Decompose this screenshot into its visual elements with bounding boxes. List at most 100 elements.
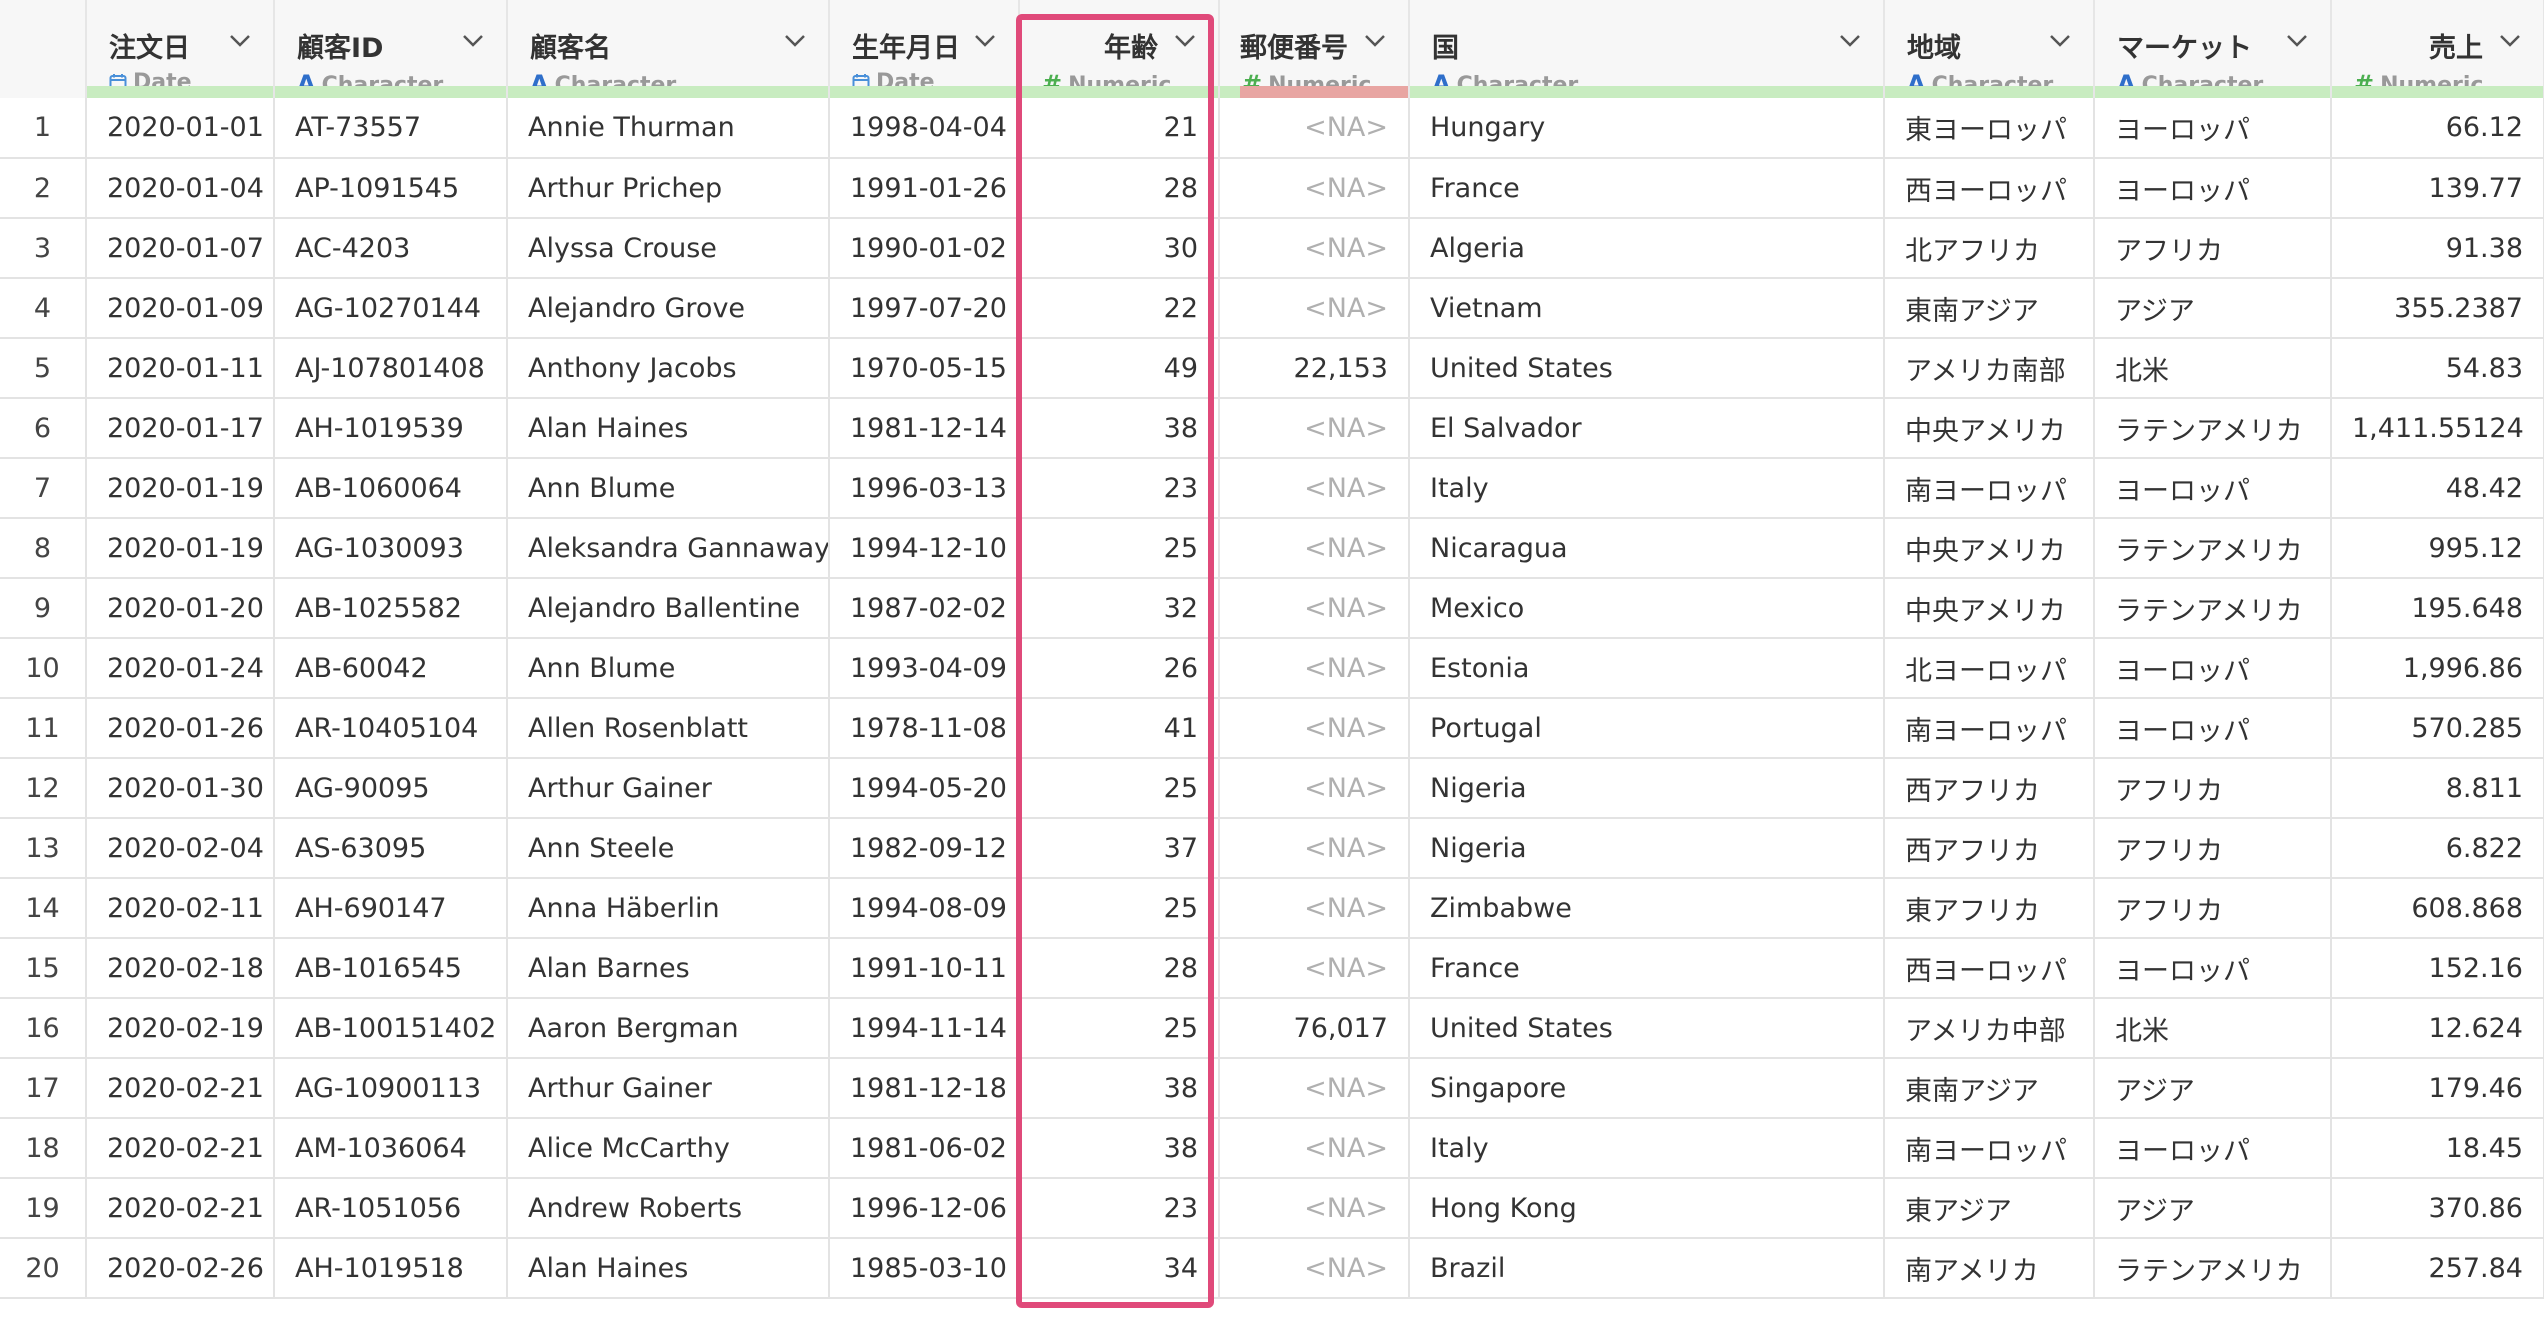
table-row[interactable]: 3 2020-01-07 AC-4203 Alyssa Crouse 1990-01-0… <box>0 218 2544 279</box>
cell: AR-1051056 <box>274 1178 508 1239</box>
chevron-down-icon[interactable] <box>2282 28 2312 52</box>
cell: <NA> <box>1219 518 1410 579</box>
cell: ラテンアメリカ <box>2094 578 2332 639</box>
column-header-8[interactable]: マーケットACharacter <box>2094 0 2332 98</box>
column-header-1[interactable]: 顧客IDACharacter <box>274 0 508 98</box>
table-row[interactable]: 1 2020-01-01 AT-73557 Annie Thurman 1998-04-… <box>0 98 2544 159</box>
column-name: 地域 <box>1907 33 1961 64</box>
cell: ラテンアメリカ <box>2094 518 2332 579</box>
chevron-down-icon[interactable] <box>970 28 1000 52</box>
cell: アジア <box>2094 278 2332 339</box>
cell: 南ヨーロッパ <box>1884 458 2095 519</box>
column-header-6[interactable]: 国ACharacter <box>1409 0 1885 98</box>
chevron-down-icon[interactable] <box>1835 28 1865 52</box>
data-table: 注文日Date顧客IDACharacter顧客名ACharacter生年月日Da… <box>0 0 2544 1299</box>
cell: <NA> <box>1219 158 1410 219</box>
cell: 1991-01-26 <box>829 158 1020 219</box>
chevron-down-icon[interactable] <box>2045 28 2075 52</box>
column-name: マーケット <box>2117 33 2252 64</box>
column-header-5[interactable]: 郵便番号#Numeric <box>1219 0 1410 98</box>
cell: AG-1030093 <box>274 518 508 579</box>
cell: Estonia <box>1409 638 1885 699</box>
cell: 1990-01-02 <box>829 218 1020 279</box>
cell: Vietnam <box>1409 278 1885 339</box>
cell: 1,411.55124 <box>2331 398 2544 459</box>
cell: <NA> <box>1219 1178 1410 1239</box>
cell: 257.84 <box>2331 1238 2544 1299</box>
column-header-4[interactable]: 年齢#Numeric <box>1019 0 1220 98</box>
quality-bar <box>1220 86 1408 98</box>
cell: Italy <box>1409 1118 1885 1179</box>
cell: <NA> <box>1219 398 1410 459</box>
cell: AJ-107801408 <box>274 338 508 399</box>
quality-bar <box>275 86 506 98</box>
table-row[interactable]: 16 2020-02-19 AB-100151402 Aaron Bergman 199… <box>0 998 2544 1059</box>
table-row[interactable]: 20 2020-02-26 AH-1019518 Alan Haines 1985-03… <box>0 1238 2544 1299</box>
table-row[interactable]: 12 2020-01-30 AG-90095 Arthur Gainer 1994-05… <box>0 758 2544 819</box>
quality-bar <box>1885 86 2093 98</box>
table-row[interactable]: 6 2020-01-17 AH-1019539 Alan Haines 1981-12-… <box>0 398 2544 459</box>
cell: ヨーロッパ <box>2094 98 2332 159</box>
table-row[interactable]: 19 2020-02-21 AR-1051056 Andrew Roberts 1996… <box>0 1178 2544 1239</box>
table-row[interactable]: 17 2020-02-21 AG-10900113 Arthur Gainer 1981… <box>0 1058 2544 1119</box>
cell: 91.38 <box>2331 218 2544 279</box>
row-number: 1 <box>0 98 87 159</box>
table-row[interactable]: 14 2020-02-11 AH-690147 Anna Häberlin 1994-0… <box>0 878 2544 939</box>
cell: 2020-02-26 <box>86 1238 275 1299</box>
table-row[interactable]: 15 2020-02-18 AB-1016545 Alan Barnes 1991-10… <box>0 938 2544 999</box>
chevron-down-icon[interactable] <box>458 28 488 52</box>
row-number: 15 <box>0 938 87 999</box>
table-row[interactable]: 9 2020-01-20 AB-1025582 Alejandro Ballentin… <box>0 578 2544 639</box>
cell: 23 <box>1019 458 1220 519</box>
cell: 2020-02-21 <box>86 1178 275 1239</box>
cell: 76,017 <box>1219 998 1410 1059</box>
table-row[interactable]: 4 2020-01-09 AG-10270144 Alejandro Grove 199… <box>0 278 2544 339</box>
chevron-down-icon[interactable] <box>780 28 810 52</box>
row-number: 20 <box>0 1238 87 1299</box>
chevron-down-icon[interactable] <box>1360 28 1390 52</box>
cell: 南ヨーロッパ <box>1884 698 2095 759</box>
cell: 26 <box>1019 638 1220 699</box>
row-number: 14 <box>0 878 87 939</box>
cell: AB-1016545 <box>274 938 508 999</box>
table-row[interactable]: 11 2020-01-26 AR-10405104 Allen Rosenblatt 1… <box>0 698 2544 759</box>
cell: 608.868 <box>2331 878 2544 939</box>
chevron-down-icon[interactable] <box>1170 28 1200 52</box>
table-row[interactable]: 13 2020-02-04 AS-63095 Ann Steele 1982-09-12… <box>0 818 2544 879</box>
quality-bar <box>508 86 828 98</box>
quality-bar <box>1020 86 1218 98</box>
cell: 東南アジア <box>1884 1058 2095 1119</box>
column-header-7[interactable]: 地域ACharacter <box>1884 0 2095 98</box>
cell: AP-1091545 <box>274 158 508 219</box>
chevron-down-icon[interactable] <box>2495 28 2525 52</box>
column-header-9[interactable]: 売上#Numeric <box>2331 0 2544 98</box>
row-number: 13 <box>0 818 87 879</box>
table-row[interactable]: 2 2020-01-04 AP-1091545 Arthur Prichep 1991-… <box>0 158 2544 219</box>
column-header-3[interactable]: 生年月日 Date <box>829 0 1020 98</box>
cell: Alan Barnes <box>507 938 830 999</box>
cell: <NA> <box>1219 1118 1410 1179</box>
cell: Nigeria <box>1409 818 1885 879</box>
cell: 1994-11-14 <box>829 998 1020 1059</box>
cell: 1,996.86 <box>2331 638 2544 699</box>
cell: 54.83 <box>2331 338 2544 399</box>
table-row[interactable]: 7 2020-01-19 AB-1060064 Ann Blume 1996-03-13… <box>0 458 2544 519</box>
cell: アフリカ <box>2094 758 2332 819</box>
quality-bar <box>1410 86 1883 98</box>
table-row[interactable]: 5 2020-01-11 AJ-107801408 Anthony Jacobs 197… <box>0 338 2544 399</box>
cell: 12.624 <box>2331 998 2544 1059</box>
cell: AB-60042 <box>274 638 508 699</box>
cell: 1993-04-09 <box>829 638 1020 699</box>
column-header-0[interactable]: 注文日 Date <box>86 0 275 98</box>
table-row[interactable]: 18 2020-02-21 AM-1036064 Alice McCarthy 1981… <box>0 1118 2544 1179</box>
column-header-2[interactable]: 顧客名ACharacter <box>507 0 830 98</box>
cell: United States <box>1409 338 1885 399</box>
cell: 中央アメリカ <box>1884 518 2095 579</box>
cell: AG-10900113 <box>274 1058 508 1119</box>
cell: 139.77 <box>2331 158 2544 219</box>
table-row[interactable]: 10 2020-01-24 AB-60042 Ann Blume 1993-04-09 2… <box>0 638 2544 699</box>
cell: 2020-01-04 <box>86 158 275 219</box>
table-row[interactable]: 8 2020-01-19 AG-1030093 Aleksandra Gannaway… <box>0 518 2544 579</box>
row-number: 3 <box>0 218 87 279</box>
chevron-down-icon[interactable] <box>225 28 255 52</box>
